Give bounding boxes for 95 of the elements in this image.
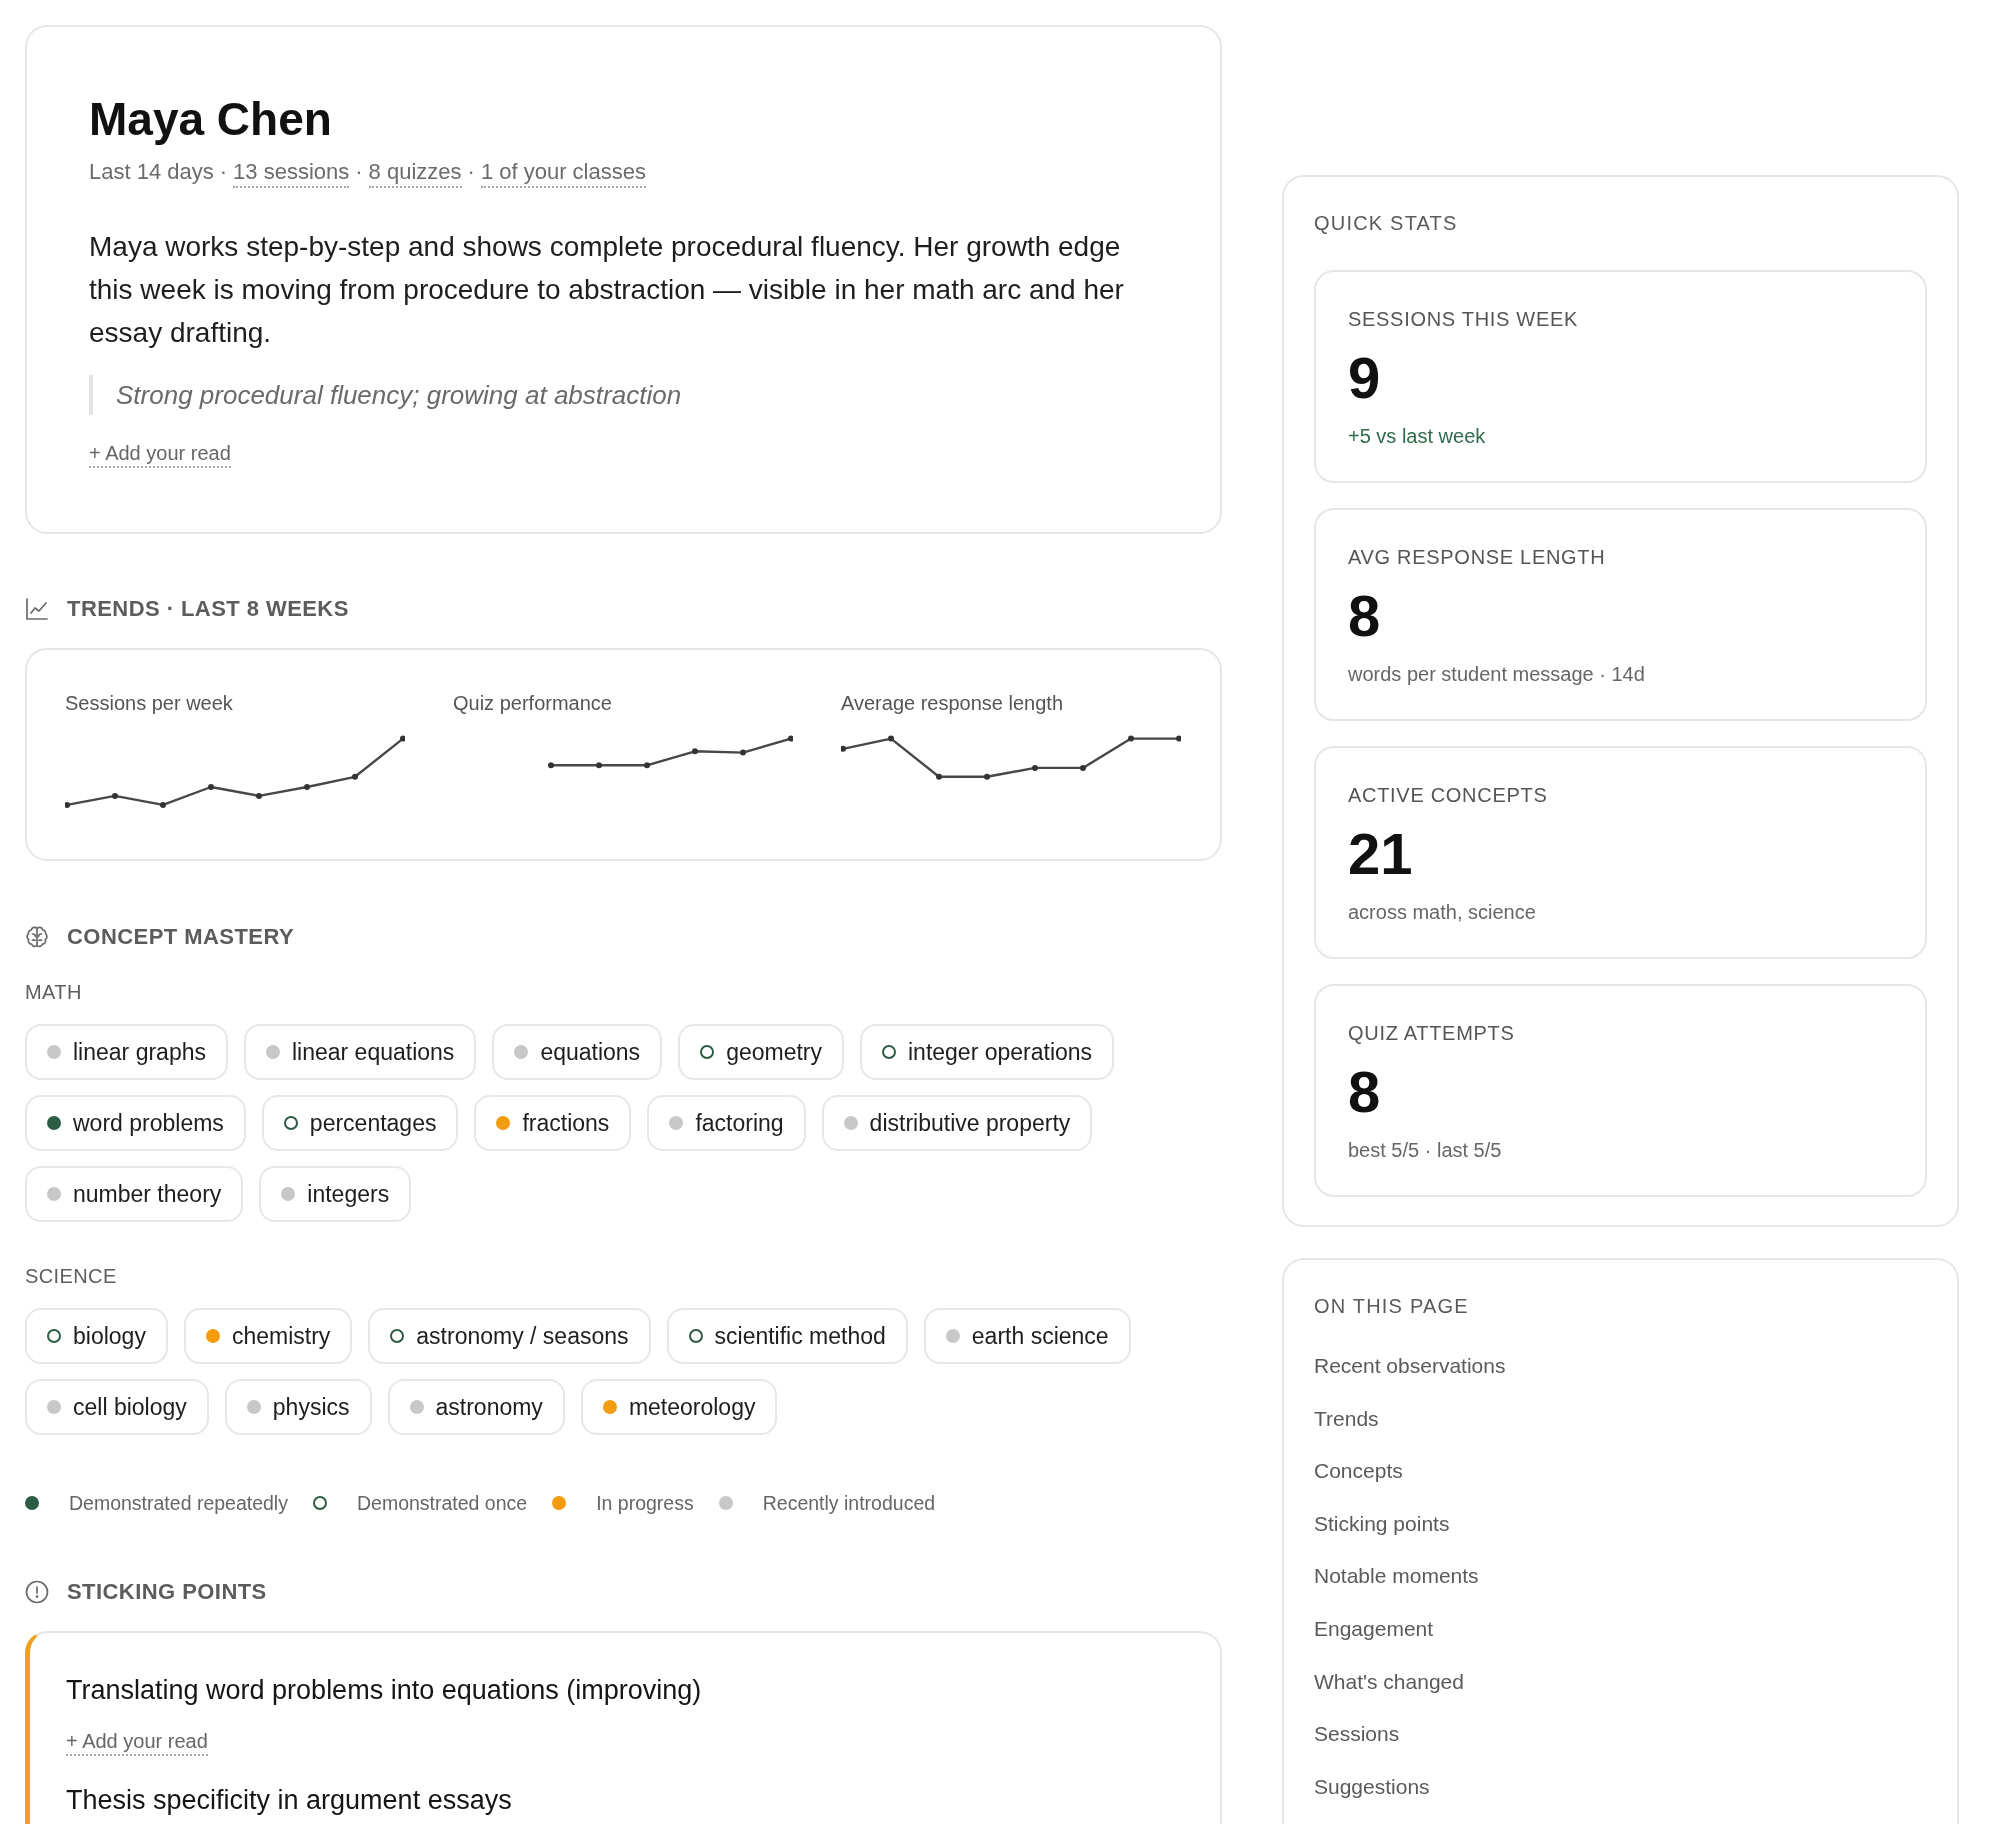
data-point (644, 762, 650, 769)
data-point (304, 784, 310, 790)
stat-value: 21 (1348, 822, 1414, 886)
stat-note: best 5/5 · last 5/5 (1348, 1138, 1503, 1163)
summary-quote: Strong procedural fluency; growing at abstraction (89, 375, 1158, 415)
sticking-point-title: Translating word problems into equations (improving) (66, 1674, 703, 1707)
section-heading: STICKING POINTS (67, 1578, 267, 1606)
data-point (256, 792, 262, 799)
stat-label: SESSIONS THIS WEEK (1348, 307, 1580, 331)
legend-label: Demonstrated once (356, 1491, 528, 1515)
data-point (888, 735, 894, 742)
page-nav-link[interactable]: What's changed (1314, 1667, 1464, 1696)
concept-chip[interactable]: astronomy / seasons (368, 1308, 651, 1364)
concept-chip[interactable]: integer operations (860, 1024, 1115, 1080)
concept-chip[interactable]: earth science (923, 1308, 1131, 1364)
legend-label: Recently introduced (762, 1491, 936, 1515)
concept-chip[interactable]: meteorology (580, 1379, 778, 1435)
legend-label: Demonstrated repeatedly (69, 1491, 288, 1515)
data-point (548, 762, 554, 769)
panel-heading: QUICK STATS (1314, 211, 1459, 235)
stat-value: 8 (1348, 1060, 1382, 1124)
stat-label: ACTIVE CONCEPTS (1348, 783, 1549, 807)
concept-chip[interactable]: number theory (25, 1166, 244, 1222)
stat-label: QUIZ ATTEMPTS (1348, 1021, 1516, 1045)
stat-label: AVG RESPONSE LENGTH (1348, 545, 1607, 569)
meta-text: Last 14 days (89, 159, 214, 186)
section-heading: TRENDS · LAST 8 WEEKS (67, 595, 349, 623)
legend-label: In progress (596, 1491, 694, 1515)
add-read-link[interactable]: + Add your read (89, 441, 231, 468)
alert-icon (25, 1580, 49, 1604)
section-heading: CONCEPT MASTERY (67, 923, 295, 951)
meta-separator: · (355, 159, 363, 185)
data-point (352, 773, 358, 780)
concept-chip[interactable]: word problems (25, 1095, 246, 1151)
summary-text: Maya works step-by-step and shows complete procedural fluency. Her growth edge this week is moving from procedure to abstraction — visible in her math arc and her essay drafting. (89, 230, 1125, 350)
data-point (984, 773, 990, 780)
data-point (1128, 735, 1134, 742)
data-point (1080, 764, 1086, 771)
brain-icon (25, 925, 49, 949)
add-read-link[interactable]: + Add your read (66, 1729, 208, 1756)
concept-chip[interactable]: percentages (261, 1095, 459, 1151)
meta-separator: · (467, 159, 475, 185)
concept-chip[interactable]: fractions (474, 1095, 632, 1151)
stat-note: words per student message · 14d (1348, 662, 1646, 687)
page-nav-link[interactable]: Sessions (1314, 1720, 1400, 1749)
concept-chip[interactable]: cell biology (25, 1379, 209, 1435)
concept-chip[interactable]: physics (224, 1379, 372, 1435)
concept-chip[interactable]: chemistry (183, 1308, 353, 1364)
data-point (740, 749, 746, 756)
meta-separator: · (219, 159, 228, 185)
data-point (1032, 764, 1038, 771)
concept-chip[interactable]: scientific method (666, 1308, 908, 1364)
data-point (208, 784, 214, 790)
sticking-point-title: Thesis specificity in argument essays (66, 1784, 513, 1817)
concept-chip[interactable]: factoring (647, 1095, 806, 1151)
meta-link[interactable]: 1 of your classes (480, 159, 646, 188)
page-nav-link[interactable]: Concepts (1314, 1457, 1403, 1486)
data-point (400, 735, 405, 742)
concept-chip[interactable]: distributive property (821, 1095, 1093, 1151)
chart-label: Quiz performance (453, 691, 613, 716)
concept-chip[interactable]: linear graphs (25, 1024, 228, 1080)
group-label: SCIENCE (25, 1264, 118, 1288)
concept-chip[interactable]: astronomy (387, 1379, 565, 1435)
concept-chip[interactable]: integers (259, 1166, 412, 1222)
student-name: Maya Chen (89, 93, 333, 146)
group-label: MATH (25, 980, 83, 1004)
chart-label: Average response length (841, 691, 1064, 716)
concept-chip[interactable]: geometry (678, 1024, 844, 1080)
data-point (596, 762, 602, 769)
page-nav-link[interactable]: Engagement (1314, 1614, 1434, 1643)
stat-value: 9 (1348, 346, 1382, 410)
page-nav-link[interactable]: Recent observations (1314, 1352, 1506, 1380)
concept-chip[interactable]: biology (25, 1308, 168, 1364)
page-nav-link[interactable]: Trends (1314, 1404, 1379, 1433)
line-chart-icon (25, 597, 49, 621)
meta-link[interactable]: 13 sessions (233, 159, 350, 188)
data-point (160, 801, 166, 808)
meta-link[interactable]: 8 quizzes (368, 159, 462, 188)
chart-label: Sessions per week (65, 691, 234, 716)
concept-chip[interactable]: linear equations (243, 1024, 477, 1080)
data-point (692, 748, 698, 755)
data-point (112, 792, 118, 799)
page-nav-link[interactable]: Suggestions (1314, 1772, 1430, 1801)
page-nav-link[interactable]: Sticking points (1314, 1509, 1450, 1538)
data-point (841, 745, 846, 752)
panel-heading: ON THIS PAGE (1314, 1294, 1470, 1318)
stat-note: +5 vs last week (1348, 424, 1487, 449)
data-point (788, 735, 793, 742)
data-point (1176, 735, 1181, 742)
data-point (65, 801, 70, 808)
concept-chip[interactable]: equations (492, 1024, 663, 1080)
data-point (936, 773, 942, 780)
page-nav-link[interactable]: Notable moments (1314, 1562, 1479, 1591)
stat-note: across math, science (1348, 900, 1537, 925)
stat-value: 8 (1348, 584, 1382, 648)
